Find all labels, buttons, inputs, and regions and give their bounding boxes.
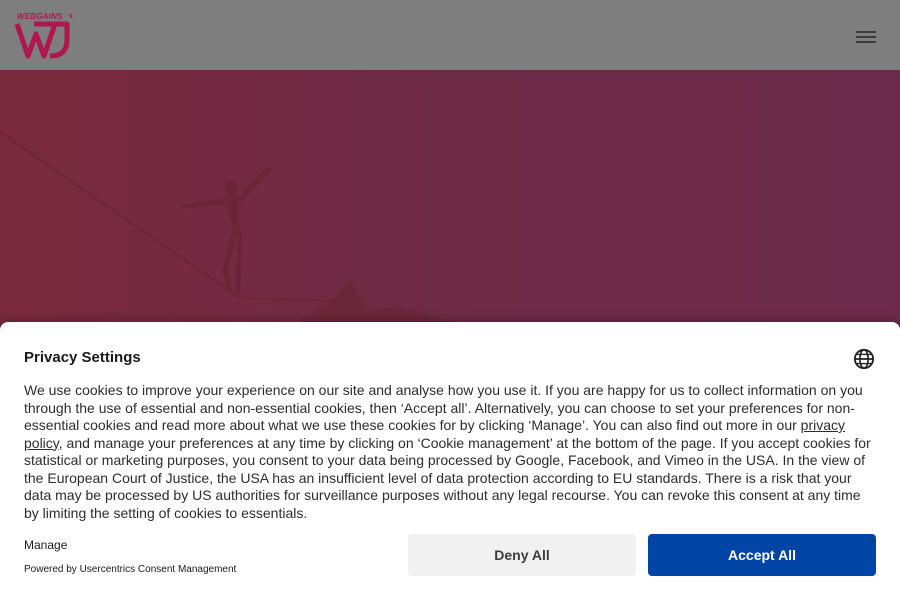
manage-link[interactable]: Manage xyxy=(24,538,67,552)
site-header: WEBGAINS xyxy=(0,0,900,70)
consent-text-part1: We use cookies to improve your experienc… xyxy=(24,382,863,433)
webgains-logo[interactable]: WEBGAINS xyxy=(14,12,74,60)
powered-by-text: Powered by Usercentrics Consent Manageme… xyxy=(24,564,237,575)
consent-title: Privacy Settings xyxy=(24,349,141,366)
consent-banner: Privacy Settings We use cookies to impro… xyxy=(0,322,900,600)
deny-all-button[interactable]: Deny All xyxy=(408,534,636,576)
logo-text: WEBGAINS xyxy=(17,12,63,21)
accept-all-button[interactable]: Accept All xyxy=(648,534,876,576)
consent-description: We use cookies to improve your experienc… xyxy=(24,382,876,522)
hamburger-icon[interactable] xyxy=(856,31,876,45)
globe-icon[interactable] xyxy=(853,348,875,370)
consent-text-part2: , and manage your preferences at any tim… xyxy=(24,434,871,521)
